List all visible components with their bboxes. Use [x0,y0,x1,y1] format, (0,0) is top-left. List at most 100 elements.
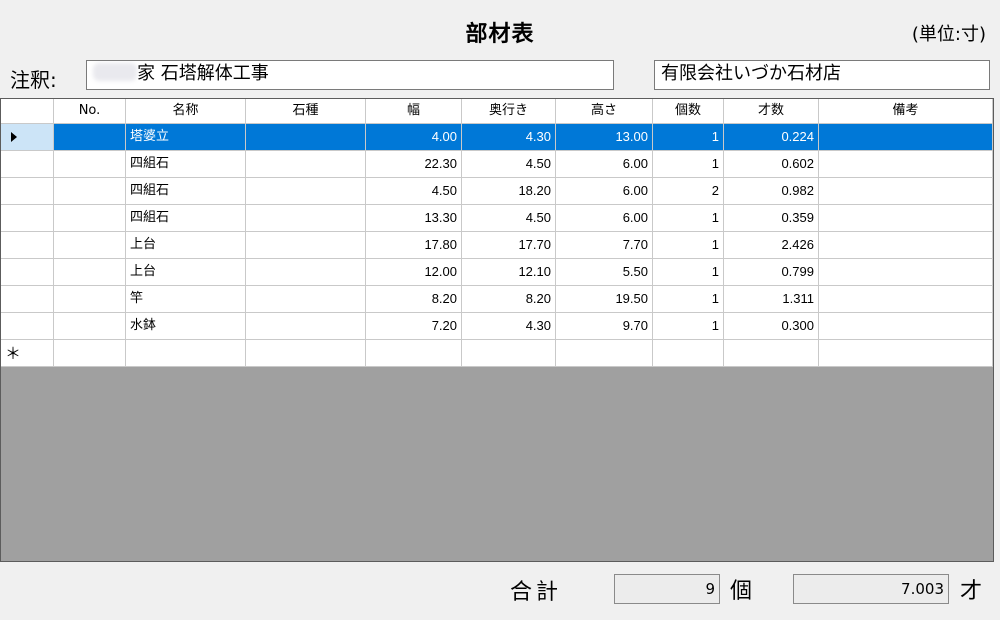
cell-no[interactable] [54,178,126,205]
cell-no[interactable] [54,259,126,286]
cell-count[interactable]: 1 [653,151,724,178]
cell-width[interactable]: 17.80 [366,232,462,259]
table-row[interactable]: 四組石 22.30 4.50 6.00 1 0.602 [1,151,993,178]
cell-height[interactable]: 6.00 [556,205,653,232]
cell-name[interactable]: 竿 [126,286,246,313]
cell-remarks[interactable] [819,259,993,286]
cell-depth[interactable]: 4.50 [462,151,556,178]
cell-stone[interactable] [246,286,366,313]
new-row[interactable]: ＊ [1,340,993,367]
cell-height[interactable]: 19.50 [556,286,653,313]
new-row-cell-remarks[interactable] [819,340,993,367]
cell-height[interactable]: 5.50 [556,259,653,286]
column-header-depth[interactable]: 奥行き [462,99,556,124]
new-row-cell-no[interactable] [54,340,126,367]
cell-sai[interactable]: 0.359 [724,205,819,232]
cell-stone[interactable] [246,151,366,178]
cell-stone[interactable] [246,205,366,232]
row-selector[interactable] [1,151,54,178]
cell-depth[interactable]: 4.30 [462,313,556,340]
new-row-cell-width[interactable] [366,340,462,367]
cell-name[interactable]: 上台 [126,259,246,286]
cell-stone[interactable] [246,259,366,286]
cell-no[interactable] [54,205,126,232]
row-selector[interactable] [1,313,54,340]
cell-name[interactable]: 上台 [126,232,246,259]
column-header-width[interactable]: 幅 [366,99,462,124]
cell-count[interactable]: 1 [653,232,724,259]
cell-count[interactable]: 1 [653,286,724,313]
row-selector[interactable] [1,124,54,151]
cell-no[interactable] [54,124,126,151]
cell-remarks[interactable] [819,286,993,313]
new-row-cell-sai[interactable] [724,340,819,367]
cell-sai[interactable]: 0.982 [724,178,819,205]
cell-name[interactable]: 四組石 [126,205,246,232]
cell-height[interactable]: 13.00 [556,124,653,151]
cell-name[interactable]: 四組石 [126,151,246,178]
new-row-cell-count[interactable] [653,340,724,367]
cell-depth[interactable]: 17.70 [462,232,556,259]
cell-remarks[interactable] [819,232,993,259]
cell-depth[interactable]: 4.30 [462,124,556,151]
column-header-sai[interactable]: 才数 [724,99,819,124]
cell-sai[interactable]: 0.224 [724,124,819,151]
cell-stone[interactable] [246,232,366,259]
cell-name[interactable]: 水鉢 [126,313,246,340]
cell-name[interactable]: 塔婆立 [126,124,246,151]
column-header-stone[interactable]: 石種 [246,99,366,124]
cell-depth[interactable]: 4.50 [462,205,556,232]
cell-count[interactable]: 1 [653,205,724,232]
new-row-cell-name[interactable] [126,340,246,367]
row-selector[interactable] [1,259,54,286]
cell-height[interactable]: 7.70 [556,232,653,259]
new-row-cell-stone[interactable] [246,340,366,367]
cell-sai[interactable]: 0.300 [724,313,819,340]
cell-no[interactable] [54,286,126,313]
cell-stone[interactable] [246,124,366,151]
cell-sai[interactable]: 0.602 [724,151,819,178]
cell-depth[interactable]: 12.10 [462,259,556,286]
cell-remarks[interactable] [819,151,993,178]
table-row[interactable]: 上台 17.80 17.70 7.70 1 2.426 [1,232,993,259]
cell-remarks[interactable] [819,313,993,340]
cell-remarks[interactable] [819,205,993,232]
cell-sai[interactable]: 1.311 [724,286,819,313]
cell-depth[interactable]: 18.20 [462,178,556,205]
cell-width[interactable]: 4.50 [366,178,462,205]
cell-no[interactable] [54,313,126,340]
column-header-remarks[interactable]: 備考 [819,99,993,124]
cell-height[interactable]: 6.00 [556,151,653,178]
notes-field[interactable]: 家 石塔解体工事 [86,60,614,90]
column-header-name[interactable]: 名称 [126,99,246,124]
row-selector[interactable] [1,232,54,259]
cell-depth[interactable]: 8.20 [462,286,556,313]
cell-count[interactable]: 1 [653,124,724,151]
cell-height[interactable]: 9.70 [556,313,653,340]
row-selector[interactable] [1,205,54,232]
new-row-cell-height[interactable] [556,340,653,367]
parts-data-grid[interactable]: No. 名称 石種 幅 奥行き 高さ 個数 才数 備考 塔婆立 4.00 4.30 1… [0,98,994,562]
cell-count[interactable]: 1 [653,259,724,286]
cell-count[interactable]: 1 [653,313,724,340]
cell-remarks[interactable] [819,178,993,205]
cell-count[interactable]: 2 [653,178,724,205]
table-row[interactable]: 水鉢 7.20 4.30 9.70 1 0.300 [1,313,993,340]
cell-width[interactable]: 4.00 [366,124,462,151]
cell-name[interactable]: 四組石 [126,178,246,205]
cell-sai[interactable]: 0.799 [724,259,819,286]
cell-remarks[interactable] [819,124,993,151]
company-field[interactable]: 有限会社いづか石材店 [654,60,990,90]
new-row-cell-depth[interactable] [462,340,556,367]
table-row[interactable]: 四組石 13.30 4.50 6.00 1 0.359 [1,205,993,232]
table-row[interactable]: 竿 8.20 8.20 19.50 1 1.311 [1,286,993,313]
cell-width[interactable]: 13.30 [366,205,462,232]
row-selector[interactable]: ＊ [1,340,54,367]
table-row[interactable]: 塔婆立 4.00 4.30 13.00 1 0.224 [1,124,993,151]
cell-width[interactable]: 12.00 [366,259,462,286]
cell-no[interactable] [54,151,126,178]
cell-height[interactable]: 6.00 [556,178,653,205]
row-selector[interactable] [1,178,54,205]
cell-width[interactable]: 7.20 [366,313,462,340]
cell-width[interactable]: 22.30 [366,151,462,178]
